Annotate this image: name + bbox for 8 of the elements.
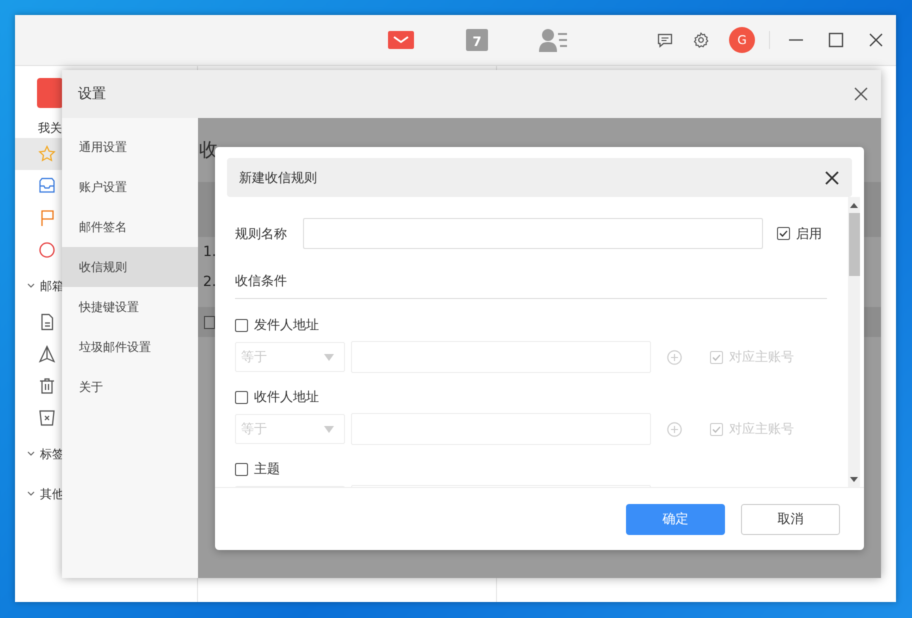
list-item: 2. xyxy=(203,274,216,290)
dialog-title: 设置 xyxy=(78,85,106,103)
dialog-title: 新建收信规则 xyxy=(239,170,317,186)
field-label: 规则名称 xyxy=(235,226,288,242)
page-title: 收 xyxy=(199,138,219,162)
section-title: 收信条件 xyxy=(235,266,827,299)
section-heading: 我关 xyxy=(38,120,63,137)
list-item: 1. xyxy=(203,244,216,260)
